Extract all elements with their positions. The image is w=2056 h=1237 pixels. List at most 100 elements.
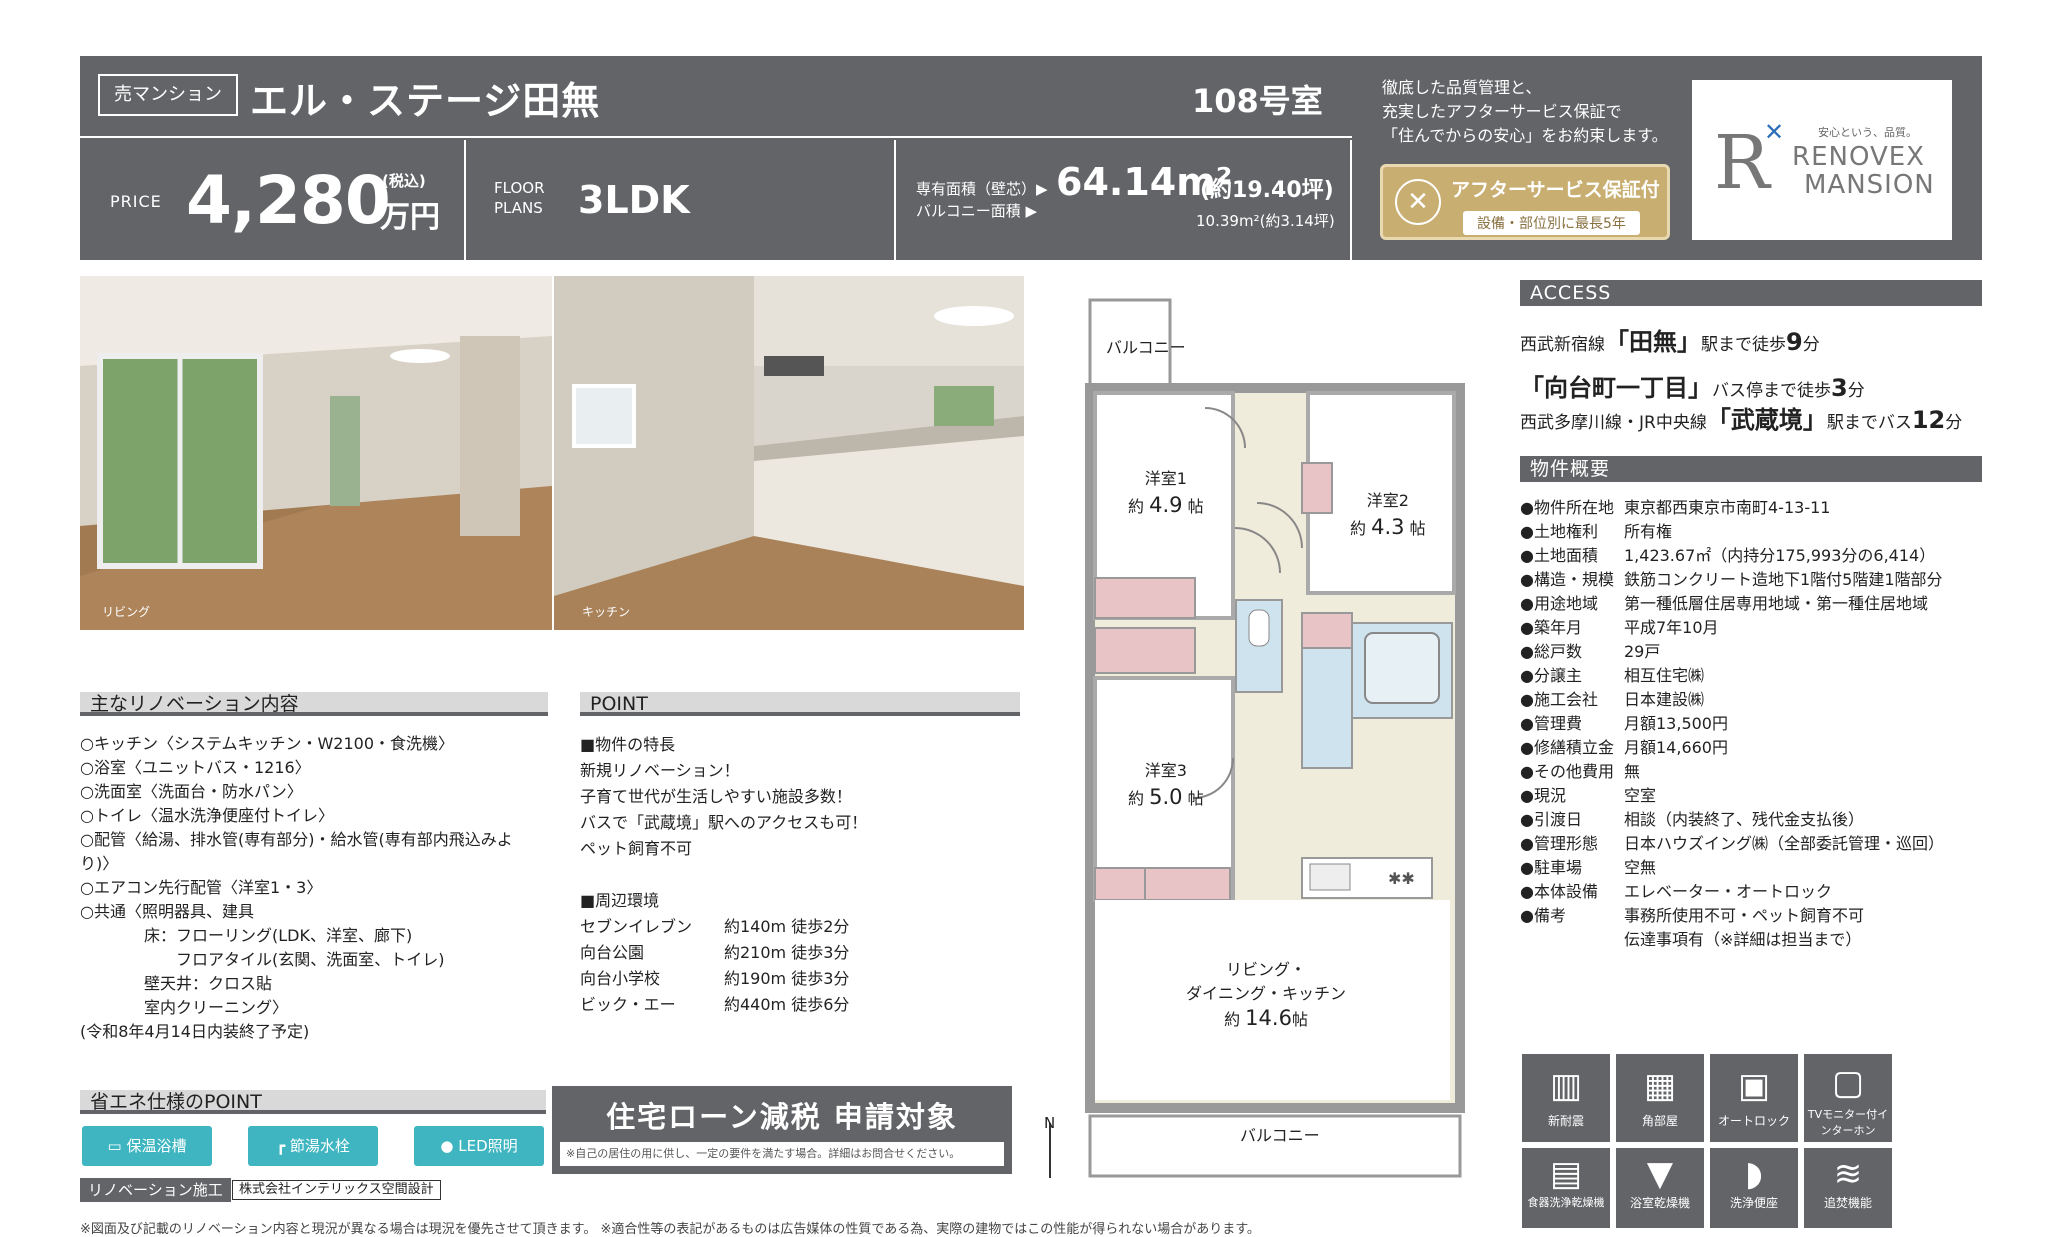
layout-value: 3LDK	[578, 178, 690, 222]
renovation-item: り)〉	[80, 854, 119, 873]
renovex-logo: R ✕ 安心という、品質。 RENOVEX MANSION	[1692, 80, 1952, 240]
overview-key: ●施工会社	[1520, 690, 1598, 709]
bathtub-icon	[1364, 632, 1440, 704]
overview-key: ●築年月	[1520, 618, 1582, 637]
overview-key: ●土地面積	[1520, 546, 1598, 565]
loan-tax-banner: 住宅ローン減税 申請対象 ※自己の居住の用に供し、一定の要件を満たす場合。詳細は…	[552, 1086, 1012, 1174]
balcony-label: バルコニー面積 ▶	[916, 202, 1038, 220]
feature-bath-dryer: ▼ 浴室乾燥機	[1616, 1148, 1704, 1228]
point-item: 子育て世代が生活しやすい施設多数！	[580, 787, 852, 806]
living-caption: リビング	[102, 605, 151, 619]
washroom-area	[1301, 647, 1353, 769]
bathtub-reheat-icon: ≋	[1833, 1154, 1863, 1194]
overview-key: ●現況	[1520, 786, 1566, 805]
ldk-value: 14.6	[1245, 1006, 1292, 1030]
floor-label-1: FLOOR	[494, 179, 545, 197]
logo-name-1: RENOVEX	[1792, 142, 1925, 172]
overview-row: ●施工会社 日本建設㈱	[1520, 688, 1944, 712]
overview-row: ●管理費 月額13,500円	[1520, 712, 1944, 736]
shirt-icon: ▼	[1646, 1154, 1674, 1194]
ldk-name-2: ダイニング・キッチン	[1186, 984, 1347, 1003]
env-place: セブンイレブン	[580, 917, 693, 936]
renovation-item: 室内クリーニング〉	[80, 998, 289, 1017]
renovation-item: 壁天井：クロス貼	[80, 974, 273, 993]
feature-earthquake: ▥ 新耐震	[1522, 1054, 1610, 1142]
overview-row: 伝達事項有（※詳細は担当まで）	[1520, 928, 1944, 952]
closet	[1301, 612, 1353, 649]
env-distance: 約210m 徒歩3分	[724, 943, 850, 962]
room-3-size: 約 5.0 帖	[1128, 784, 1204, 812]
overview-key: ●本体設備	[1520, 882, 1598, 901]
logo-r-mark: R	[1714, 120, 1770, 206]
price-value: 4,280	[186, 162, 391, 239]
feature-label: TVモニター付インターホン	[1807, 1108, 1889, 1137]
room-2-value: 4.3	[1371, 515, 1405, 539]
floor-label-2: PLANS	[494, 199, 543, 217]
overview-row: ●修繕積立金 月額14,660円	[1520, 736, 1944, 760]
eco-heading: 省エネ仕様のPOINT	[80, 1090, 546, 1114]
renovation-item: フロアタイル(玄関、洗面室、トイレ)	[80, 950, 445, 969]
feature-corner: ▦ 角部屋	[1616, 1054, 1704, 1142]
renovation-item: ○共通〈照明器具、建具	[80, 902, 254, 921]
unit: 帖	[1409, 519, 1426, 538]
approx: 約	[1224, 1010, 1241, 1029]
logo-name-2: MANSION	[1804, 170, 1935, 200]
stove-icon: ✱✱	[1388, 869, 1415, 888]
station-name: 「武蔵境」	[1706, 406, 1827, 434]
unit: 分	[1847, 381, 1865, 401]
after-service-badge: ✕ アフターサービス保証付 設備・部位別に最長5年	[1380, 164, 1670, 240]
overview-row: ●築年月 平成7年10月	[1520, 616, 1944, 640]
overview-row: ●現況 空室	[1520, 784, 1944, 808]
feature-autolock: ▣ オートロック	[1710, 1054, 1798, 1142]
access-minutes: 12	[1911, 406, 1946, 434]
room-3-value: 5.0	[1149, 785, 1183, 809]
overview-key: ●その他費用	[1520, 762, 1614, 781]
point-spacer	[580, 862, 1020, 888]
overview-value: 空無	[1624, 858, 1657, 877]
overview-key: ●引渡日	[1520, 810, 1582, 829]
overview-key: ●物件所在地	[1520, 498, 1614, 517]
env-distance: 約190m 徒歩3分	[724, 969, 850, 988]
access-line-2: 「向台町一丁目」バス停まで徒歩3分	[1520, 368, 1865, 403]
feature-label: 追焚機能	[1823, 1196, 1872, 1210]
overview-value: 29戸	[1624, 642, 1661, 661]
promo-line: 徹底した品質管理と、	[1382, 78, 1542, 97]
overview-value: 所有権	[1624, 522, 1673, 541]
eco-item-label: 節湯水栓	[289, 1137, 350, 1155]
feature-label: 新耐震	[1547, 1114, 1584, 1128]
living-photo: リビング	[80, 276, 552, 630]
living-photo-image	[80, 276, 552, 630]
renovation-item: 床：フローリング(LDK、洋室、廊下)	[80, 926, 413, 945]
overview-key: ●土地権利	[1520, 522, 1598, 541]
bus-stop-name: 「向台町一丁目」	[1520, 374, 1712, 402]
overview-row: ●総戸数 29戸	[1520, 640, 1944, 664]
overview-row: ●引渡日 相談（内装終了、残代金支払後）	[1520, 808, 1944, 832]
eco-item-label: LED照明	[458, 1137, 518, 1155]
closet	[1144, 867, 1231, 901]
balcony-value: 10.39m²(約3.14坪)	[1196, 212, 1335, 230]
overview-heading: 物件概要	[1520, 456, 1982, 482]
price-unit: 万円	[380, 200, 440, 235]
renovation-item: (令和8年4月14日内装終了予定)	[80, 1022, 310, 1041]
area-labels: 専有面積（壁芯）▶ バルコニー面積 ▶	[916, 178, 1048, 222]
overview-row: ●備考 事務所使用不可・ペット飼育不可	[1520, 904, 1944, 928]
building-icon: ▥	[1549, 1066, 1583, 1106]
overview-row: ●本体設備 エレベーター・オートロック	[1520, 880, 1944, 904]
bulb-icon: ●	[440, 1137, 459, 1155]
room-1-label: 洋室1 約 4.9 帖	[1128, 466, 1204, 520]
access-method: 駅までバス	[1826, 413, 1912, 433]
unit: 帖	[1187, 497, 1204, 516]
feature-label: オートロック	[1717, 1114, 1790, 1128]
closet	[1094, 577, 1196, 619]
feature-label: 角部屋	[1641, 1114, 1678, 1128]
overview-row: ●分譲主 相互住宅㈱	[1520, 664, 1944, 688]
autolock-icon: ▣	[1737, 1066, 1771, 1106]
overview-value: 相談（内装終了、残代金支払後）	[1624, 810, 1865, 829]
station-name: 「田無」	[1605, 328, 1701, 356]
env-row: 向台小学校 約190m 徒歩3分	[580, 966, 1020, 992]
overview-key: ●修繕積立金	[1520, 738, 1614, 757]
feature-label: 洗浄便座	[1729, 1196, 1778, 1210]
overview-row: ●その他費用無	[1520, 760, 1944, 784]
overview-key: ●管理形態	[1520, 834, 1598, 853]
access-minutes: 9	[1786, 328, 1803, 356]
